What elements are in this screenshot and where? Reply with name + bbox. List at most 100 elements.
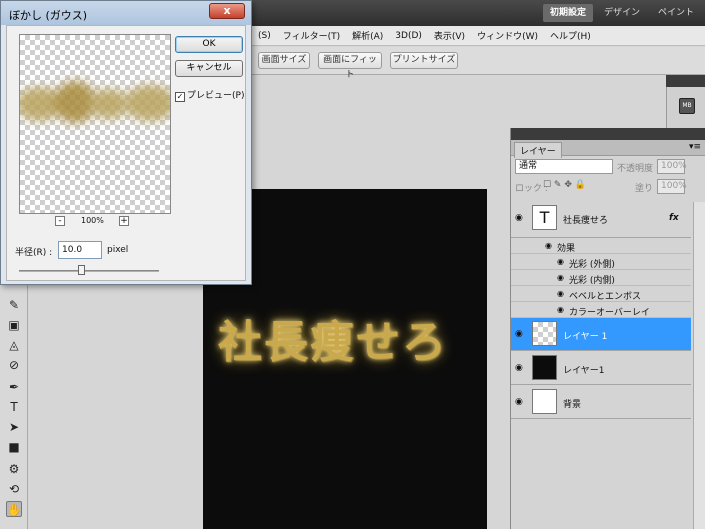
lock-icons[interactable]: ☐ ✎ ✥ 🔒 bbox=[543, 180, 586, 190]
options-bar: 画面サイズ 画面にフィット プリントサイズ bbox=[252, 47, 705, 80]
ok-button[interactable]: OK bbox=[175, 36, 243, 53]
effect-row-color-overlay[interactable]: ◉ カラーオーバーレイ bbox=[511, 302, 691, 318]
radius-input[interactable]: 10.0 bbox=[58, 241, 102, 259]
layer-text-thumbnail: T bbox=[532, 205, 557, 230]
dialog-body: - 100% + OK キャンセル ✓ プレビュー(P) 半径(R) : 10.0… bbox=[6, 25, 246, 281]
visibility-eye-icon[interactable]: ◉ bbox=[515, 213, 527, 223]
layer-black-thumbnail bbox=[532, 355, 557, 380]
layer-name: レイヤー1 bbox=[563, 366, 605, 376]
layer-name: 背景 bbox=[563, 400, 582, 410]
radius-unit: pixel bbox=[107, 245, 129, 255]
lock-row: ロック : ☐ ✎ ✥ 🔒 塗り : 100% bbox=[511, 176, 705, 196]
radius-row: 半径(R) : 10.0 pixel bbox=[15, 241, 215, 259]
path-selection-tool-icon[interactable]: ➤ bbox=[6, 419, 22, 435]
3d-rotate-tool-icon[interactable]: ⚙ bbox=[6, 461, 22, 477]
screen-size-button[interactable]: 画面サイズ bbox=[258, 52, 310, 69]
collapsed-panel-header[interactable] bbox=[666, 75, 705, 87]
eraser-tool-icon[interactable]: ✎ bbox=[6, 297, 22, 313]
zoom-in-button[interactable]: + bbox=[119, 216, 129, 226]
workspace-design-button[interactable]: デザイン bbox=[597, 4, 647, 22]
visibility-eye-icon[interactable]: ◉ bbox=[515, 363, 527, 373]
preview-checkbox[interactable]: ✓ bbox=[175, 92, 185, 102]
workspace-switcher: 初期設定 デザイン ペイント bbox=[542, 4, 701, 22]
visibility-eye-icon[interactable]: ◉ bbox=[515, 397, 527, 407]
canvas-glow-text: 社長痩せろ bbox=[218, 317, 448, 368]
opacity-label: 不透明度 : bbox=[617, 164, 659, 174]
layer-row[interactable]: ◉ レイヤー1 bbox=[511, 352, 691, 385]
dialog-title: ぼかし (ガウス) bbox=[9, 9, 88, 22]
effect-eye-icon[interactable]: ◉ bbox=[557, 257, 564, 266]
menu-filter[interactable]: フィルター(T) bbox=[277, 29, 346, 42]
menu-help[interactable]: ヘルプ(H) bbox=[544, 29, 597, 42]
effect-name: カラーオーバーレイ bbox=[569, 308, 650, 318]
blend-mode-select[interactable]: 通常 bbox=[515, 159, 613, 174]
blend-row: 通常 不透明度 : 100% bbox=[511, 156, 705, 176]
dialog-title-bar[interactable]: ぼかし (ガウス) x bbox=[1, 1, 251, 25]
menu-view[interactable]: 表示(V) bbox=[428, 29, 471, 42]
layer-row-selected[interactable]: ◉ レイヤー 1 bbox=[511, 318, 691, 351]
layer-name: 社長痩せろ bbox=[563, 216, 609, 226]
layers-panel-header[interactable] bbox=[511, 128, 705, 140]
layers-panel: レイヤー ▾≡ 通常 不透明度 : 100% ロック : ☐ ✎ ✥ 🔒 塗り … bbox=[510, 128, 705, 529]
layer-row-background[interactable]: ◉ 背景 bbox=[511, 386, 691, 419]
effect-row-bevel-emboss[interactable]: ◉ ベベルとエンボス bbox=[511, 286, 691, 302]
menu-window[interactable]: ウィンドウ(W) bbox=[471, 29, 544, 42]
3d-orbit-tool-icon[interactable]: ⟲ bbox=[6, 481, 22, 497]
layers-scrollbar[interactable] bbox=[693, 202, 705, 529]
shape-tool-icon[interactable]: ■ bbox=[6, 439, 22, 455]
menu-analysis[interactable]: 解析(A) bbox=[346, 29, 389, 42]
pen-tool-icon[interactable]: ✒ bbox=[6, 379, 22, 395]
close-icon[interactable]: x bbox=[209, 3, 245, 19]
layer-white-thumbnail bbox=[532, 389, 557, 414]
effect-name: ベベルとエンボス bbox=[569, 292, 642, 302]
fill-input[interactable]: 100% bbox=[657, 179, 687, 194]
blur-tool-icon[interactable]: ◬ bbox=[6, 337, 22, 353]
effects-group-row[interactable]: ◉ 効果 bbox=[511, 238, 691, 254]
menu-select[interactable]: (S) bbox=[252, 31, 277, 41]
type-tool-icon[interactable]: T bbox=[6, 399, 22, 415]
tools-panel: ✎ ▣ ◬ ⊘ ✒ T ➤ ■ ⚙ ⟲ ✋ bbox=[0, 285, 28, 529]
panel-menu-icon[interactable]: ▾≡ bbox=[689, 142, 701, 152]
preview-blur-blob bbox=[90, 89, 128, 119]
layer-transparent-thumbnail bbox=[532, 321, 557, 346]
radius-slider-track[interactable] bbox=[19, 270, 159, 272]
fit-screen-button[interactable]: 画面にフィット bbox=[318, 52, 382, 80]
radius-label: 半径(R) : bbox=[15, 248, 53, 258]
menu-3d[interactable]: 3D(D) bbox=[389, 31, 428, 41]
effects-label: 効果 bbox=[557, 244, 576, 254]
workspace-essentials-button[interactable]: 初期設定 bbox=[542, 4, 593, 22]
fx-badge-icon[interactable]: fx bbox=[669, 213, 679, 223]
effect-row-outer-glow[interactable]: ◉ 光彩 (外側) bbox=[511, 254, 691, 270]
preview-checkbox-row[interactable]: ✓ プレビュー(P) bbox=[175, 88, 244, 102]
gaussian-blur-dialog: ぼかし (ガウス) x - 100% + OK キャンセル ✓ プレビュー(P) … bbox=[0, 0, 252, 285]
layer-row-text[interactable]: ◉ T 社長痩せろ fx bbox=[511, 202, 691, 238]
dodge-tool-icon[interactable]: ⊘ bbox=[6, 357, 22, 373]
preview-blur-blob bbox=[124, 85, 170, 121]
effect-eye-icon[interactable]: ◉ bbox=[557, 289, 564, 298]
preview-zoom-row: - 100% + bbox=[55, 215, 135, 229]
effect-name: 光彩 (内側) bbox=[569, 276, 615, 286]
opacity-input[interactable]: 100% bbox=[657, 159, 687, 174]
effect-name: 光彩 (外側) bbox=[569, 260, 615, 270]
visibility-eye-icon[interactable]: ◉ bbox=[515, 329, 527, 339]
layer-list: ◉ T 社長痩せろ fx ◉ 効果 ◉ 光彩 (外側) ◉ 光彩 (内側) ◉ … bbox=[511, 202, 693, 529]
zoom-value: 100% bbox=[81, 216, 104, 225]
blur-preview[interactable] bbox=[19, 34, 171, 214]
zoom-out-button[interactable]: - bbox=[55, 216, 65, 226]
print-size-button[interactable]: プリントサイズ bbox=[390, 52, 458, 69]
effect-eye-icon[interactable]: ◉ bbox=[557, 305, 564, 314]
layer-name: レイヤー 1 bbox=[563, 332, 608, 342]
fill-label: 塗り : bbox=[635, 184, 659, 194]
preview-checkbox-label: プレビュー(P) bbox=[187, 91, 245, 101]
effect-eye-icon[interactable]: ◉ bbox=[557, 273, 564, 282]
layers-tab-bar: レイヤー ▾≡ bbox=[511, 140, 705, 158]
gradient-tool-icon[interactable]: ▣ bbox=[6, 317, 22, 333]
menu-bar: (S) フィルター(T) 解析(A) 3D(D) 表示(V) ウィンドウ(W) … bbox=[252, 26, 705, 46]
cancel-button[interactable]: キャンセル bbox=[175, 60, 243, 77]
effects-eye-icon[interactable]: ◉ bbox=[545, 241, 552, 250]
effect-row-inner-glow[interactable]: ◉ 光彩 (内側) bbox=[511, 270, 691, 286]
radius-slider-thumb[interactable] bbox=[77, 265, 85, 275]
mini-bridge-icon[interactable]: MB bbox=[679, 98, 695, 114]
hand-tool-icon[interactable]: ✋ bbox=[6, 501, 22, 517]
workspace-paint-button[interactable]: ペイント bbox=[651, 4, 701, 22]
